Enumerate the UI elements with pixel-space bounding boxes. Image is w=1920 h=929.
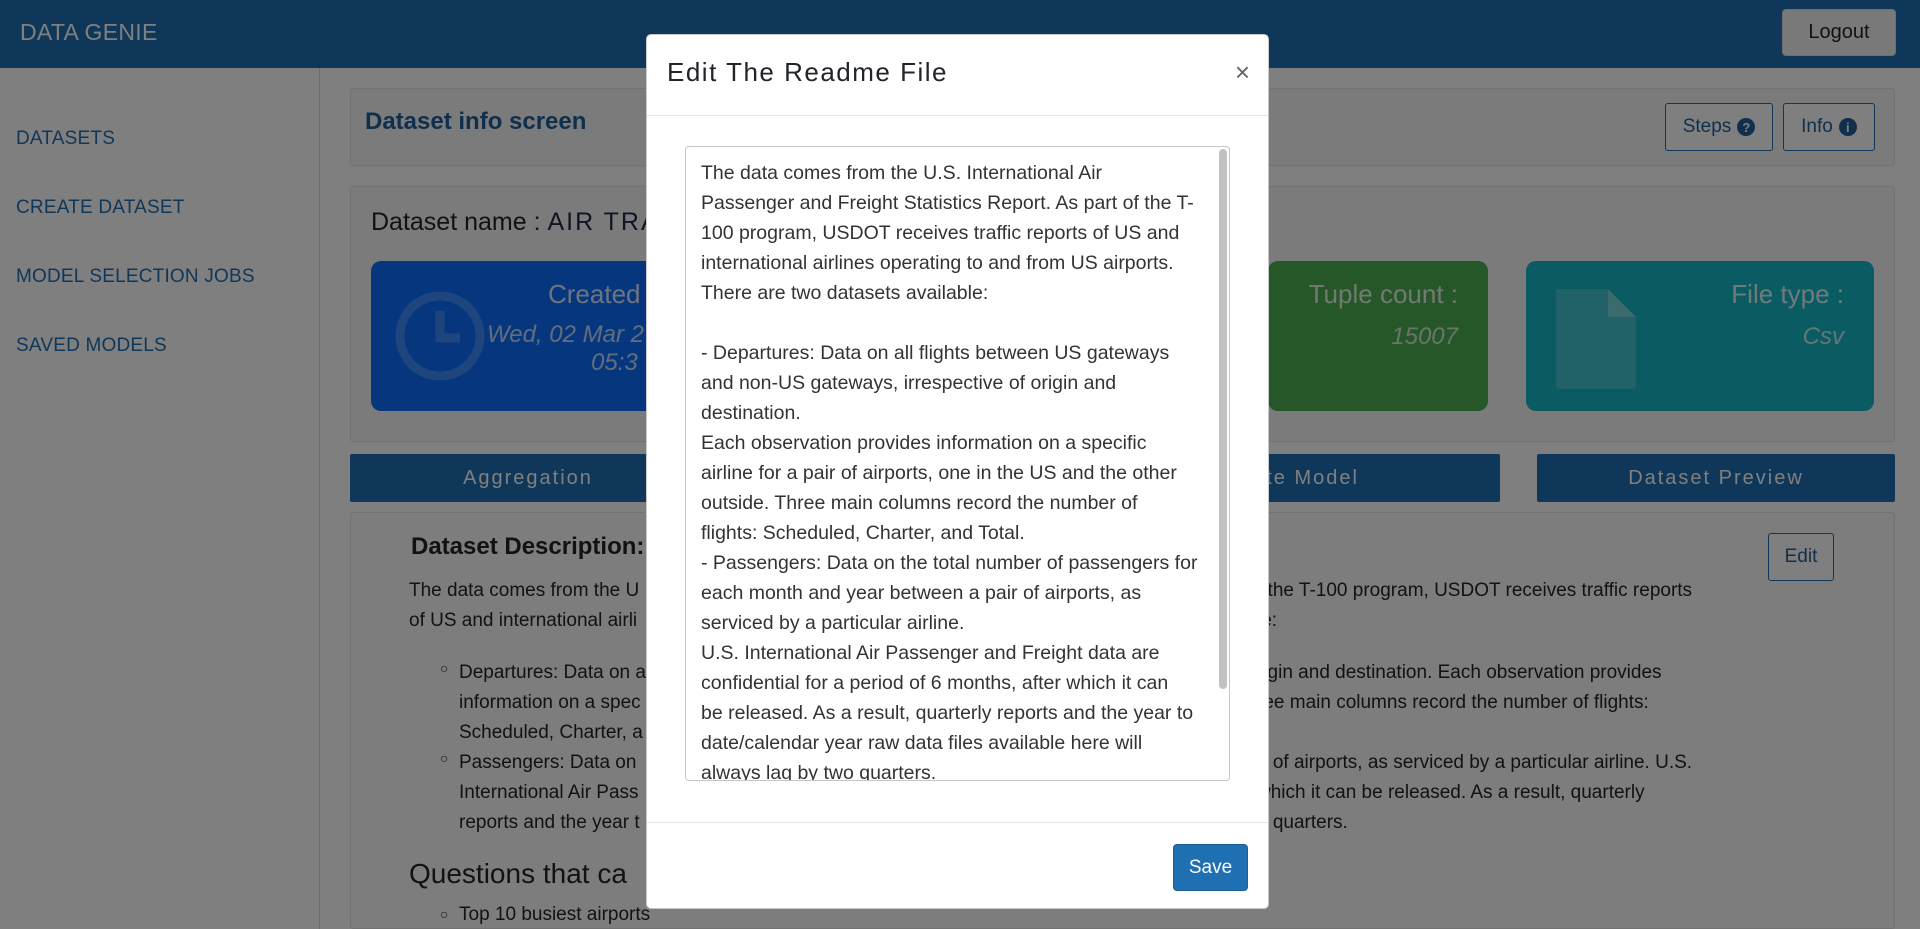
modal-footer: Save: [647, 822, 1268, 910]
close-icon[interactable]: ×: [1235, 57, 1250, 88]
modal-header: Edit The Readme File ×: [647, 35, 1268, 116]
edit-readme-modal: Edit The Readme File × The data comes fr…: [646, 34, 1269, 909]
modal-title: Edit The Readme File: [667, 57, 948, 87]
readme-textarea[interactable]: The data comes from the U.S. Internation…: [685, 146, 1230, 781]
readme-text: The data comes from the U.S. Internation…: [701, 162, 1198, 781]
save-button[interactable]: Save: [1173, 844, 1248, 891]
textarea-scrollbar[interactable]: [1219, 149, 1227, 689]
